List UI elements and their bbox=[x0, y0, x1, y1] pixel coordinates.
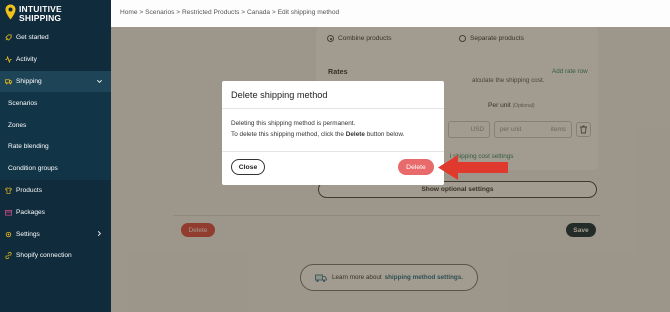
sidebar-item-scenarios[interactable]: Scenarios bbox=[0, 92, 111, 115]
dialog-message: Deleting this shipping method is permane… bbox=[231, 120, 356, 127]
chevron-right-icon bbox=[97, 231, 101, 237]
rocket-icon bbox=[5, 34, 12, 42]
sidebar-item-label: Zones bbox=[8, 121, 27, 129]
link-icon bbox=[5, 252, 12, 260]
sidebar-item-rate-blending[interactable]: Rate blending bbox=[0, 135, 111, 158]
brand-line-2: SHIPPING bbox=[19, 13, 62, 23]
sidebar-item-settings[interactable]: Settings bbox=[0, 223, 111, 245]
sidebar-item-label: Rate blending bbox=[8, 143, 49, 151]
sidebar-item-packages[interactable]: Packages bbox=[0, 201, 111, 223]
sidebar-item-shopify-connection[interactable]: Shopify connection bbox=[0, 245, 111, 267]
sidebar-item-label: Get started bbox=[16, 34, 49, 42]
sidebar-item-condition-groups[interactable]: Condition groups bbox=[0, 157, 111, 180]
gear-icon bbox=[5, 231, 12, 237]
logo[interactable]: INTUITIVE SHIPPING bbox=[5, 3, 111, 27]
chevron-down-icon bbox=[97, 79, 102, 83]
sidebar-item-products[interactable]: Products bbox=[0, 180, 111, 202]
sidebar-item-label: Activity bbox=[16, 56, 37, 64]
sidebar-item-get-started[interactable]: Get started bbox=[0, 27, 111, 49]
sidebar-item-label: Products bbox=[16, 186, 43, 194]
instruction-emphasis: Delete bbox=[345, 131, 365, 138]
sidebar-item-label: Scenarios bbox=[8, 99, 38, 107]
truck-icon bbox=[5, 79, 12, 85]
breadcrumb[interactable]: Home > Scenarios > Restricted Products >… bbox=[120, 9, 339, 16]
sidebar-item-label: Shipping bbox=[16, 77, 42, 85]
sidebar: INTUITIVE SHIPPING Get started Activity … bbox=[0, 0, 111, 312]
sidebar-item-shipping[interactable]: Shipping bbox=[0, 70, 111, 93]
close-button[interactable]: Close bbox=[231, 159, 265, 175]
sidebar-item-label: Settings bbox=[16, 230, 40, 238]
sidebar-item-label: Packages bbox=[16, 208, 45, 216]
dialog-title: Delete shipping method bbox=[231, 90, 328, 100]
divider bbox=[222, 151, 444, 152]
delete-shipping-method-dialog: Delete shipping method Deleting this shi… bbox=[222, 81, 444, 185]
activity-icon bbox=[5, 56, 12, 64]
dialog-instruction: To delete this shipping method, click th… bbox=[231, 131, 404, 138]
confirm-delete-button[interactable]: Delete bbox=[398, 159, 434, 175]
divider bbox=[222, 108, 444, 109]
instruction-text: To delete this shipping method, click th… bbox=[231, 131, 344, 138]
sidebar-item-activity[interactable]: Activity bbox=[0, 49, 111, 71]
sidebar-item-zones[interactable]: Zones bbox=[0, 114, 111, 136]
sidebar-nav: Get started Activity Shipping Scenarios … bbox=[0, 27, 111, 267]
annotation-arrow-icon bbox=[438, 155, 508, 180]
instruction-text-end: button below. bbox=[366, 131, 405, 138]
sidebar-item-label: Condition groups bbox=[8, 165, 58, 173]
sidebar-item-label: Shopify connection bbox=[16, 252, 72, 260]
shirt-icon bbox=[5, 187, 12, 194]
package-icon bbox=[5, 209, 12, 216]
location-pin-icon bbox=[5, 4, 16, 20]
